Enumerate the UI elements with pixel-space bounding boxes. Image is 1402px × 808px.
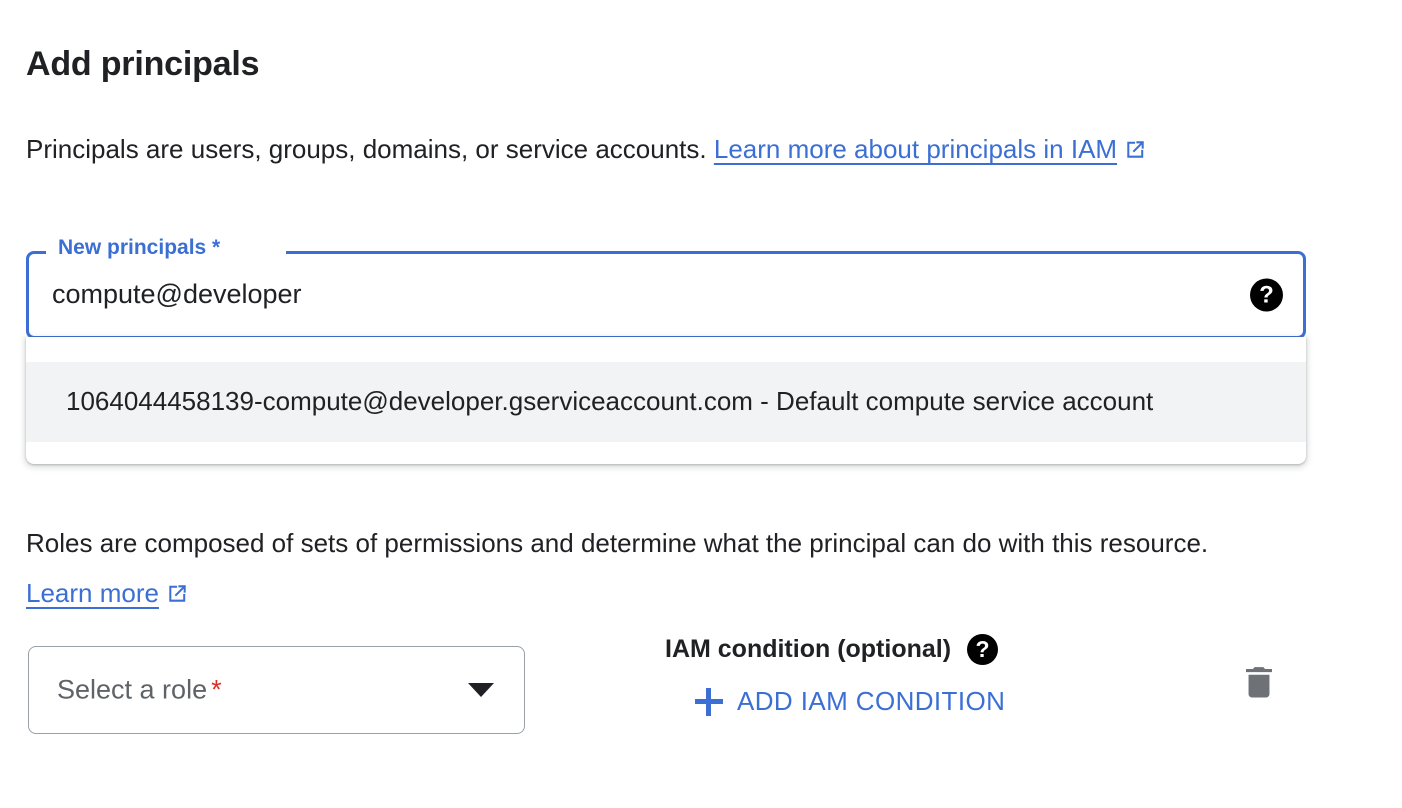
learn-more-principals-label: Learn more about principals in IAM xyxy=(713,134,1118,164)
learn-more-roles-label: Learn more xyxy=(26,578,159,608)
select-a-role-placeholder: Select a role * xyxy=(57,675,222,706)
new-principals-input[interactable]: compute@developer xyxy=(52,277,302,311)
select-a-role-label: Select a role xyxy=(57,674,208,705)
learn-more-about-principals-link[interactable]: Learn more about principals in IAM xyxy=(714,134,1117,164)
delete-principal-button[interactable] xyxy=(1240,662,1278,702)
iam-condition-label: IAM condition (optional) xyxy=(665,635,952,663)
roles-description-text: Roles are composed of sets of permission… xyxy=(26,528,1209,558)
help-icon-glyph: ? xyxy=(967,634,999,665)
add-iam-condition-button[interactable]: ADD IAM CONDITION xyxy=(695,686,1005,717)
principals-description-text: Principals are users, groups, domains, o… xyxy=(26,134,714,164)
trash-icon xyxy=(1246,667,1272,698)
roles-description: Roles are composed of sets of permission… xyxy=(26,518,1286,618)
page-title: Add principals xyxy=(26,44,260,83)
iam-condition-heading: IAM condition (optional) ? xyxy=(665,634,1085,665)
chevron-down-icon xyxy=(468,683,494,697)
open-in-new-icon xyxy=(166,582,189,605)
suggestion-item[interactable]: 1064044458139-compute@developer.gservice… xyxy=(26,362,1306,442)
new-principals-field[interactable]: New principals * compute@developer ? xyxy=(26,235,1306,339)
open-in-new-icon xyxy=(1124,138,1147,161)
learn-more-roles-link[interactable]: Learn more xyxy=(26,578,159,608)
required-asterisk: * xyxy=(211,674,222,705)
add-iam-condition-label: ADD IAM CONDITION xyxy=(737,686,1006,716)
plus-icon xyxy=(695,687,723,716)
select-a-role-dropdown[interactable]: Select a role * xyxy=(28,646,525,734)
iam-condition-block: IAM condition (optional) ? ADD IAM CONDI… xyxy=(665,634,1085,717)
principals-suggestions-panel: 1064044458139-compute@developer.gservice… xyxy=(26,337,1306,464)
help-icon[interactable]: ? xyxy=(1250,278,1283,312)
new-principals-label: New principals * xyxy=(53,235,226,261)
principals-description: Principals are users, groups, domains, o… xyxy=(26,124,1296,174)
help-icon[interactable]: ? xyxy=(967,634,999,665)
help-icon-glyph: ? xyxy=(1250,278,1283,312)
